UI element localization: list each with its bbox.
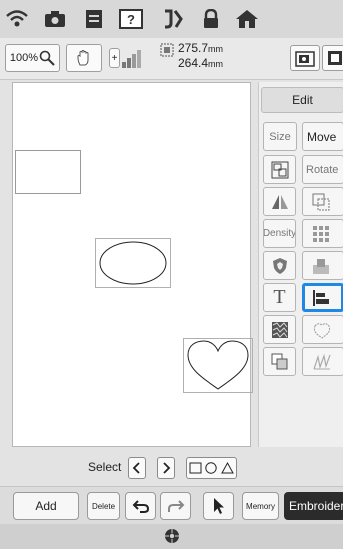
bobbin-icon (164, 528, 180, 544)
undo-button[interactable] (125, 492, 156, 520)
duplicate-icon (271, 353, 287, 369)
layout-button[interactable] (302, 251, 343, 280)
stipple-button[interactable] (263, 315, 296, 344)
help-icon[interactable]: ? (118, 7, 144, 31)
magnifier-icon (39, 50, 55, 66)
add-button[interactable]: Add (13, 492, 79, 520)
home-icon[interactable] (234, 7, 260, 31)
move-button[interactable]: Move (302, 122, 343, 151)
redo-button[interactable] (160, 492, 191, 520)
size-readout: 275.7mm 264.4mm (178, 41, 223, 71)
delete-label: Delete (91, 501, 116, 511)
heart-shape (187, 340, 249, 390)
size-indicator-icon (160, 43, 174, 57)
hand-icon (77, 50, 89, 66)
tab-edit[interactable]: Edit (261, 87, 343, 113)
wifi-icon[interactable] (4, 7, 30, 31)
outline-icon (313, 322, 331, 339)
rotate-button[interactable]: Rotate (302, 155, 343, 184)
select-prev-button[interactable] (128, 457, 146, 479)
lock-icon[interactable] (198, 7, 224, 31)
size-label: Size (269, 130, 291, 143)
stitch-icon (313, 353, 331, 369)
mirror-icon (271, 194, 288, 209)
text-button[interactable]: T (263, 283, 296, 312)
chevron-left-icon (132, 462, 140, 474)
bar-indicator-icon (122, 48, 144, 68)
size-unit-2: mm (208, 59, 224, 69)
align-left-icon (313, 289, 329, 306)
embroidery-canvas[interactable] (12, 82, 253, 447)
rotate-label: Rotate (306, 163, 339, 176)
group-icon (271, 161, 288, 178)
ellipse-shape (99, 241, 167, 285)
layout-icon (313, 258, 329, 274)
select-shapes-button[interactable] (186, 457, 237, 479)
toolbar: 100% + 275.7mm 264.4mm (0, 38, 343, 80)
select-row: Select (0, 455, 343, 481)
document-icon[interactable] (81, 7, 107, 31)
zoom-label: 100% (9, 52, 39, 64)
stitch-button[interactable] (302, 347, 343, 376)
hand-tool-button[interactable] (66, 44, 102, 72)
status-bar (0, 524, 343, 549)
array-button[interactable] (302, 219, 343, 248)
zoom-button[interactable]: 100% (5, 44, 60, 72)
size-button[interactable]: Size (263, 122, 297, 151)
array-icon (313, 225, 329, 242)
pointer-button[interactable] (203, 492, 234, 520)
mirror-button[interactable] (263, 187, 296, 216)
align-button[interactable] (302, 283, 343, 312)
memory-label: Memory (246, 501, 275, 511)
group-button[interactable] (263, 155, 296, 184)
outline-button[interactable] (302, 315, 343, 344)
size-width: 275.7 (178, 41, 209, 55)
frame-display-button[interactable] (322, 45, 343, 71)
size-unit: mm (208, 44, 224, 54)
shapes-icon (189, 461, 234, 474)
size-height: 264.4 (178, 56, 209, 70)
rectangle-pattern[interactable] (15, 150, 81, 194)
move-label: Move (307, 129, 337, 144)
add-label: Add (35, 499, 57, 513)
frame-icon (328, 51, 342, 65)
svg-text:?: ? (127, 12, 135, 27)
memory-button[interactable]: Memory (242, 492, 279, 520)
pattern-fill-icon (271, 321, 288, 338)
top-icon-bar: ? (0, 0, 343, 39)
chevron-right-icon (163, 462, 171, 474)
density-button[interactable]: Density (263, 219, 296, 248)
undo-icon (132, 500, 149, 513)
border-button[interactable] (302, 187, 343, 216)
duplicate-button[interactable] (263, 347, 296, 376)
heart-pattern[interactable] (183, 338, 253, 393)
camera-frame-icon (295, 51, 315, 67)
camera-icon[interactable] (42, 7, 68, 31)
text-icon: T (273, 286, 286, 308)
cursor-icon (213, 498, 224, 514)
embroidery-button[interactable]: Embroidery (284, 492, 343, 520)
tab-edit-label: Edit (292, 93, 313, 107)
delete-button[interactable]: Delete (87, 492, 120, 520)
zoom-in-button[interactable]: + (109, 48, 120, 68)
border-icon (312, 193, 330, 210)
bottom-bar: Add Delete Memory Embroidery (0, 486, 343, 525)
edit-panel: Edit Size Move Rotate Density T (258, 82, 343, 447)
embroidery-label: Embroidery (289, 499, 343, 513)
shield-icon (272, 257, 287, 274)
select-next-button[interactable] (157, 457, 175, 479)
select-label: Select (88, 460, 122, 474)
density-label: Density (263, 228, 296, 239)
redo-icon (167, 500, 184, 512)
scan-camera-button[interactable] (290, 45, 320, 71)
thread-icon[interactable] (160, 7, 186, 31)
ellipse-pattern[interactable] (95, 238, 171, 288)
applique-button[interactable] (263, 251, 296, 280)
plus-icon: + (111, 52, 118, 64)
